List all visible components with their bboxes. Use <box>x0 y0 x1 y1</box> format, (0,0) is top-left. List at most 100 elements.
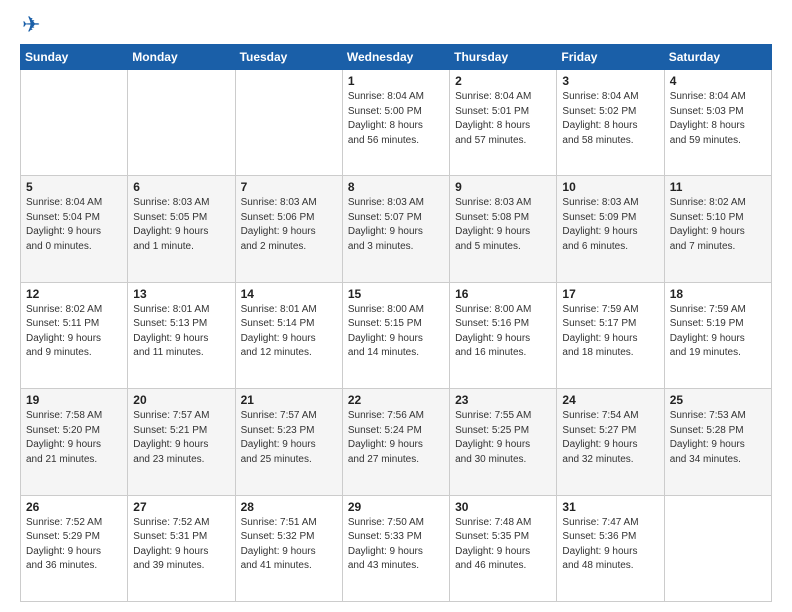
day-number: 9 <box>455 180 551 194</box>
calendar-week-row: 19 Sunrise: 7:58 AM Sunset: 5:20 PM Dayli… <box>21 389 772 495</box>
day-number: 22 <box>348 393 444 407</box>
calendar-week-row: 5 Sunrise: 8:04 AM Sunset: 5:04 PM Daylig… <box>21 176 772 282</box>
calendar-day-cell: 20 Sunrise: 7:57 AM Sunset: 5:21 PM Dayli… <box>128 389 235 495</box>
logo-bird-icon: ✈ <box>22 12 40 38</box>
day-info: Sunrise: 7:55 AM Sunset: 5:25 PM Dayligh… <box>455 409 551 467</box>
calendar-empty-cell <box>128 70 235 176</box>
day-number: 1 <box>348 74 444 88</box>
calendar-day-cell: 4 Sunrise: 8:04 AM Sunset: 5:03 PM Daylig… <box>664 70 771 176</box>
calendar-header-row: SundayMondayTuesdayWednesdayThursdayFrid… <box>21 45 772 70</box>
calendar-day-cell: 27 Sunrise: 7:52 AM Sunset: 5:31 PM Dayli… <box>128 495 235 601</box>
page: ✈ SundayMondayTuesdayWednesdayThursdayFr… <box>0 0 792 612</box>
calendar-day-cell: 25Sunrise: 7:53 AM Sunset: 5:28 PM Dayli… <box>664 389 771 495</box>
calendar-empty-cell <box>664 495 771 601</box>
calendar-day-cell: 3Sunrise: 8:04 AM Sunset: 5:02 PM Daylig… <box>557 70 664 176</box>
day-number: 8 <box>348 180 444 194</box>
day-info: Sunrise: 7:59 AM Sunset: 5:19 PM Dayligh… <box>670 303 766 361</box>
day-header-wednesday: Wednesday <box>342 45 449 70</box>
calendar-day-cell: 22 Sunrise: 7:56 AM Sunset: 5:24 PM Dayli… <box>342 389 449 495</box>
day-info: Sunrise: 7:54 AM Sunset: 5:27 PM Dayligh… <box>562 409 658 467</box>
calendar-day-cell: 9 Sunrise: 8:03 AM Sunset: 5:08 PM Daylig… <box>450 176 557 282</box>
day-number: 23 <box>455 393 551 407</box>
day-info: Sunrise: 8:02 AM Sunset: 5:11 PM Dayligh… <box>26 303 122 361</box>
calendar-day-cell: 16 Sunrise: 8:00 AM Sunset: 5:16 PM Dayli… <box>450 282 557 388</box>
day-info: Sunrise: 7:48 AM Sunset: 5:35 PM Dayligh… <box>455 516 551 574</box>
calendar-day-cell: 18Sunrise: 7:59 AM Sunset: 5:19 PM Dayli… <box>664 282 771 388</box>
day-info: Sunrise: 8:04 AM Sunset: 5:01 PM Dayligh… <box>455 90 551 148</box>
calendar-day-cell: 30 Sunrise: 7:48 AM Sunset: 5:35 PM Dayli… <box>450 495 557 601</box>
calendar-day-cell: 14Sunrise: 8:01 AM Sunset: 5:14 PM Dayli… <box>235 282 342 388</box>
calendar-day-cell: 29 Sunrise: 7:50 AM Sunset: 5:33 PM Dayli… <box>342 495 449 601</box>
day-number: 17 <box>562 287 658 301</box>
day-info: Sunrise: 7:51 AM Sunset: 5:32 PM Dayligh… <box>241 516 337 574</box>
day-info: Sunrise: 7:50 AM Sunset: 5:33 PM Dayligh… <box>348 516 444 574</box>
day-info: Sunrise: 8:03 AM Sunset: 5:09 PM Dayligh… <box>562 196 658 254</box>
day-header-saturday: Saturday <box>664 45 771 70</box>
day-header-thursday: Thursday <box>450 45 557 70</box>
day-number: 30 <box>455 500 551 514</box>
day-number: 19 <box>26 393 122 407</box>
calendar-empty-cell <box>235 70 342 176</box>
day-info: Sunrise: 7:53 AM Sunset: 5:28 PM Dayligh… <box>670 409 766 467</box>
logo: ✈ <box>20 16 40 38</box>
calendar-day-cell: 5 Sunrise: 8:04 AM Sunset: 5:04 PM Daylig… <box>21 176 128 282</box>
header: ✈ <box>20 16 772 38</box>
day-number: 15 <box>348 287 444 301</box>
day-info: Sunrise: 7:57 AM Sunset: 5:23 PM Dayligh… <box>241 409 337 467</box>
calendar-day-cell: 13Sunrise: 8:01 AM Sunset: 5:13 PM Dayli… <box>128 282 235 388</box>
day-info: Sunrise: 8:00 AM Sunset: 5:16 PM Dayligh… <box>455 303 551 361</box>
day-header-tuesday: Tuesday <box>235 45 342 70</box>
day-number: 24 <box>562 393 658 407</box>
day-number: 16 <box>455 287 551 301</box>
calendar-day-cell: 21Sunrise: 7:57 AM Sunset: 5:23 PM Dayli… <box>235 389 342 495</box>
day-info: Sunrise: 7:56 AM Sunset: 5:24 PM Dayligh… <box>348 409 444 467</box>
day-header-monday: Monday <box>128 45 235 70</box>
day-number: 6 <box>133 180 229 194</box>
day-number: 4 <box>670 74 766 88</box>
calendar-day-cell: 15 Sunrise: 8:00 AM Sunset: 5:15 PM Dayli… <box>342 282 449 388</box>
day-number: 13 <box>133 287 229 301</box>
calendar-week-row: 12Sunrise: 8:02 AM Sunset: 5:11 PM Dayli… <box>21 282 772 388</box>
calendar-day-cell: 2 Sunrise: 8:04 AM Sunset: 5:01 PM Daylig… <box>450 70 557 176</box>
day-number: 14 <box>241 287 337 301</box>
day-number: 28 <box>241 500 337 514</box>
day-info: Sunrise: 7:52 AM Sunset: 5:29 PM Dayligh… <box>26 516 122 574</box>
day-number: 27 <box>133 500 229 514</box>
day-info: Sunrise: 8:00 AM Sunset: 5:15 PM Dayligh… <box>348 303 444 361</box>
calendar-day-cell: 11 Sunrise: 8:02 AM Sunset: 5:10 PM Dayli… <box>664 176 771 282</box>
day-number: 29 <box>348 500 444 514</box>
day-info: Sunrise: 8:03 AM Sunset: 5:06 PM Dayligh… <box>241 196 337 254</box>
day-info: Sunrise: 7:52 AM Sunset: 5:31 PM Dayligh… <box>133 516 229 574</box>
day-info: Sunrise: 7:57 AM Sunset: 5:21 PM Dayligh… <box>133 409 229 467</box>
day-info: Sunrise: 8:02 AM Sunset: 5:10 PM Dayligh… <box>670 196 766 254</box>
calendar: SundayMondayTuesdayWednesdayThursdayFrid… <box>20 44 772 602</box>
day-info: Sunrise: 8:04 AM Sunset: 5:03 PM Dayligh… <box>670 90 766 148</box>
day-info: Sunrise: 7:58 AM Sunset: 5:20 PM Dayligh… <box>26 409 122 467</box>
calendar-day-cell: 7Sunrise: 8:03 AM Sunset: 5:06 PM Daylig… <box>235 176 342 282</box>
calendar-day-cell: 24 Sunrise: 7:54 AM Sunset: 5:27 PM Dayli… <box>557 389 664 495</box>
calendar-day-cell: 12Sunrise: 8:02 AM Sunset: 5:11 PM Dayli… <box>21 282 128 388</box>
day-number: 31 <box>562 500 658 514</box>
calendar-day-cell: 17Sunrise: 7:59 AM Sunset: 5:17 PM Dayli… <box>557 282 664 388</box>
day-info: Sunrise: 8:04 AM Sunset: 5:04 PM Dayligh… <box>26 196 122 254</box>
calendar-empty-cell <box>21 70 128 176</box>
calendar-day-cell: 26 Sunrise: 7:52 AM Sunset: 5:29 PM Dayli… <box>21 495 128 601</box>
day-info: Sunrise: 8:04 AM Sunset: 5:02 PM Dayligh… <box>562 90 658 148</box>
calendar-week-row: 26 Sunrise: 7:52 AM Sunset: 5:29 PM Dayli… <box>21 495 772 601</box>
day-number: 26 <box>26 500 122 514</box>
day-info: Sunrise: 8:03 AM Sunset: 5:07 PM Dayligh… <box>348 196 444 254</box>
calendar-day-cell: 19 Sunrise: 7:58 AM Sunset: 5:20 PM Dayli… <box>21 389 128 495</box>
day-number: 5 <box>26 180 122 194</box>
day-number: 11 <box>670 180 766 194</box>
calendar-day-cell: 1 Sunrise: 8:04 AM Sunset: 5:00 PM Daylig… <box>342 70 449 176</box>
day-number: 20 <box>133 393 229 407</box>
day-info: Sunrise: 8:03 AM Sunset: 5:08 PM Dayligh… <box>455 196 551 254</box>
day-number: 2 <box>455 74 551 88</box>
day-info: Sunrise: 8:04 AM Sunset: 5:00 PM Dayligh… <box>348 90 444 148</box>
calendar-day-cell: 23 Sunrise: 7:55 AM Sunset: 5:25 PM Dayli… <box>450 389 557 495</box>
day-number: 10 <box>562 180 658 194</box>
calendar-week-row: 1 Sunrise: 8:04 AM Sunset: 5:00 PM Daylig… <box>21 70 772 176</box>
day-header-friday: Friday <box>557 45 664 70</box>
day-info: Sunrise: 7:47 AM Sunset: 5:36 PM Dayligh… <box>562 516 658 574</box>
calendar-day-cell: 6Sunrise: 8:03 AM Sunset: 5:05 PM Daylig… <box>128 176 235 282</box>
